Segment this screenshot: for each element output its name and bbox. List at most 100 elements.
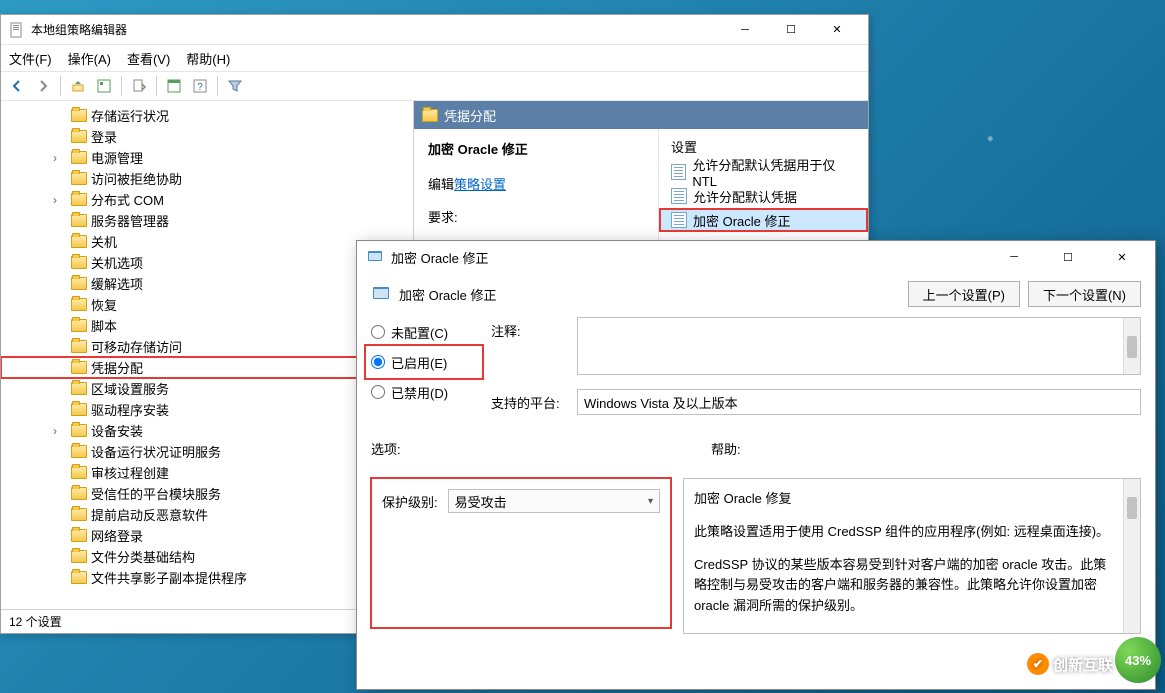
settings-row-label: 允许分配默认凭据用于仅 NTL [692, 155, 856, 189]
folder-icon [71, 466, 87, 479]
menu-file[interactable]: 文件(F) [9, 49, 52, 68]
tree-item[interactable]: 可移动存储访问 [1, 336, 413, 357]
titlebar: 本地组策略编辑器 ─ ☐ ✕ [1, 15, 868, 45]
settings-row[interactable]: 加密 Oracle 修正 [659, 208, 868, 232]
next-setting-button[interactable]: 下一个设置(N) [1028, 281, 1141, 307]
menu-view[interactable]: 查看(V) [127, 49, 170, 68]
folder-icon [71, 487, 87, 500]
tree-item[interactable]: 驱动程序安装 [1, 399, 413, 420]
tree-item[interactable]: 关机选项 [1, 252, 413, 273]
radio-disabled[interactable]: 已禁用(D) [371, 377, 481, 407]
properties-button[interactable] [92, 74, 116, 98]
separator [217, 76, 218, 96]
policy-title: 加密 Oracle 修正 [428, 139, 644, 158]
scrollbar[interactable] [1123, 479, 1140, 633]
tree-item[interactable]: 分布式 COM [1, 189, 413, 210]
filter-button[interactable] [223, 74, 247, 98]
menu-help[interactable]: 帮助(H) [186, 49, 230, 68]
protection-level-value: 易受攻击 [455, 492, 507, 511]
radio-enabled-input[interactable] [371, 355, 385, 369]
tree-item[interactable]: 审核过程创建 [1, 462, 413, 483]
radio-disabled-input[interactable] [371, 385, 385, 399]
tree-item[interactable]: 缓解选项 [1, 273, 413, 294]
policy-dialog: 加密 Oracle 修正 ─ ☐ ✕ 加密 Oracle 修正 上一个设置(P)… [356, 240, 1156, 690]
tree-item[interactable]: 凭据分配 [1, 357, 413, 378]
nav-forward-button[interactable] [31, 74, 55, 98]
protection-level-select[interactable]: 易受攻击 ▾ [448, 489, 660, 513]
folder-icon [71, 214, 87, 227]
tree-item-label: 驱动程序安装 [91, 400, 169, 419]
lower-row: 保护级别: 易受攻击 ▾ 加密 Oracle 修复 此策略设置适用于使用 Cre… [371, 472, 1141, 634]
radio-enabled[interactable]: 已启用(E) [367, 347, 481, 377]
tree-item-label: 恢复 [91, 295, 117, 314]
watermark: 创新互联 [1027, 653, 1113, 675]
tree-item[interactable]: 服务器管理器 [1, 210, 413, 231]
tree-item[interactable]: 提前启动反恶意软件 [1, 504, 413, 525]
folder-icon [71, 256, 87, 269]
refresh-button[interactable] [162, 74, 186, 98]
tree-item[interactable]: 访问被拒绝协助 [1, 168, 413, 189]
platform-label: 支持的平台: [491, 389, 567, 412]
menu-action[interactable]: 操作(A) [68, 49, 111, 68]
radio-not-configured-input[interactable] [371, 325, 385, 339]
scrollbar[interactable] [1123, 318, 1140, 374]
separator [121, 76, 122, 96]
prev-setting-button[interactable]: 上一个设置(P) [908, 281, 1020, 307]
tree-item[interactable]: 文件共享影子副本提供程序 [1, 567, 413, 588]
maximize-button[interactable]: ☐ [768, 15, 814, 45]
dialog-close-button[interactable]: ✕ [1099, 242, 1145, 272]
tree-item[interactable]: 设备运行状况证明服务 [1, 441, 413, 462]
settings-row-label: 加密 Oracle 修正 [693, 211, 791, 230]
tree-item[interactable]: 存储运行状况 [1, 105, 413, 126]
folder-icon [71, 319, 87, 332]
tree-item-label: 关机 [91, 232, 117, 251]
edit-policy-link[interactable]: 策略设置 [454, 177, 506, 192]
up-button[interactable] [66, 74, 90, 98]
comment-textbox[interactable] [577, 317, 1141, 375]
folder-icon [71, 172, 87, 185]
requirements-label: 要求: [428, 207, 644, 226]
app-icon [9, 22, 25, 38]
tree-item-label: 凭据分配 [91, 358, 143, 377]
tree-item-label: 脚本 [91, 316, 117, 335]
policy-icon [671, 164, 686, 180]
nav-back-button[interactable] [5, 74, 29, 98]
content-header: 凭据分配 [414, 101, 868, 129]
tree-item[interactable]: 区域设置服务 [1, 378, 413, 399]
tree-item-label: 设备安装 [91, 421, 143, 440]
tree-item-label: 分布式 COM [91, 190, 164, 209]
minimize-button[interactable]: ─ [722, 15, 768, 45]
protection-level-row: 保护级别: 易受攻击 ▾ [382, 489, 660, 513]
tree-item-label: 受信任的平台模块服务 [91, 484, 221, 503]
tree-item[interactable]: 受信任的平台模块服务 [1, 483, 413, 504]
folder-icon [71, 277, 87, 290]
close-button[interactable]: ✕ [814, 15, 860, 45]
tree-item[interactable]: 关机 [1, 231, 413, 252]
tree-item-label: 提前启动反恶意软件 [91, 505, 208, 524]
tree-pane[interactable]: 存储运行状况登录电源管理访问被拒绝协助分布式 COM服务器管理器关机关机选项缓解… [1, 101, 414, 609]
export-button[interactable] [127, 74, 151, 98]
tree-item[interactable]: 电源管理 [1, 147, 413, 168]
battery-badge: 43% [1115, 637, 1161, 683]
tree-item-label: 访问被拒绝协助 [91, 169, 182, 188]
dialog-minimize-button[interactable]: ─ [991, 242, 1037, 272]
dialog-header-text: 加密 Oracle 修正 [399, 285, 497, 304]
folder-icon [71, 298, 87, 311]
fields-column: 注释: 支持的平台: Windows Vista 及以上版本 [491, 317, 1141, 429]
radio-not-configured[interactable]: 未配置(C) [371, 317, 481, 347]
tree-item[interactable]: 脚本 [1, 315, 413, 336]
folder-icon [71, 109, 87, 122]
folder-icon [71, 445, 87, 458]
tree-item[interactable]: 恢复 [1, 294, 413, 315]
help-button[interactable]: ? [188, 74, 212, 98]
tree-item[interactable]: 设备安装 [1, 420, 413, 441]
dialog-title: 加密 Oracle 修正 [391, 248, 983, 267]
tree-item[interactable]: 登录 [1, 126, 413, 147]
dialog-maximize-button[interactable]: ☐ [1045, 242, 1091, 272]
settings-row[interactable]: 允许分配默认凭据用于仅 NTL [659, 160, 868, 184]
tree-item[interactable]: 文件分类基础结构 [1, 546, 413, 567]
tree-item-label: 区域设置服务 [91, 379, 169, 398]
toolbar: ? [1, 71, 868, 101]
platform-row: 支持的平台: Windows Vista 及以上版本 [491, 389, 1141, 415]
tree-item[interactable]: 网络登录 [1, 525, 413, 546]
